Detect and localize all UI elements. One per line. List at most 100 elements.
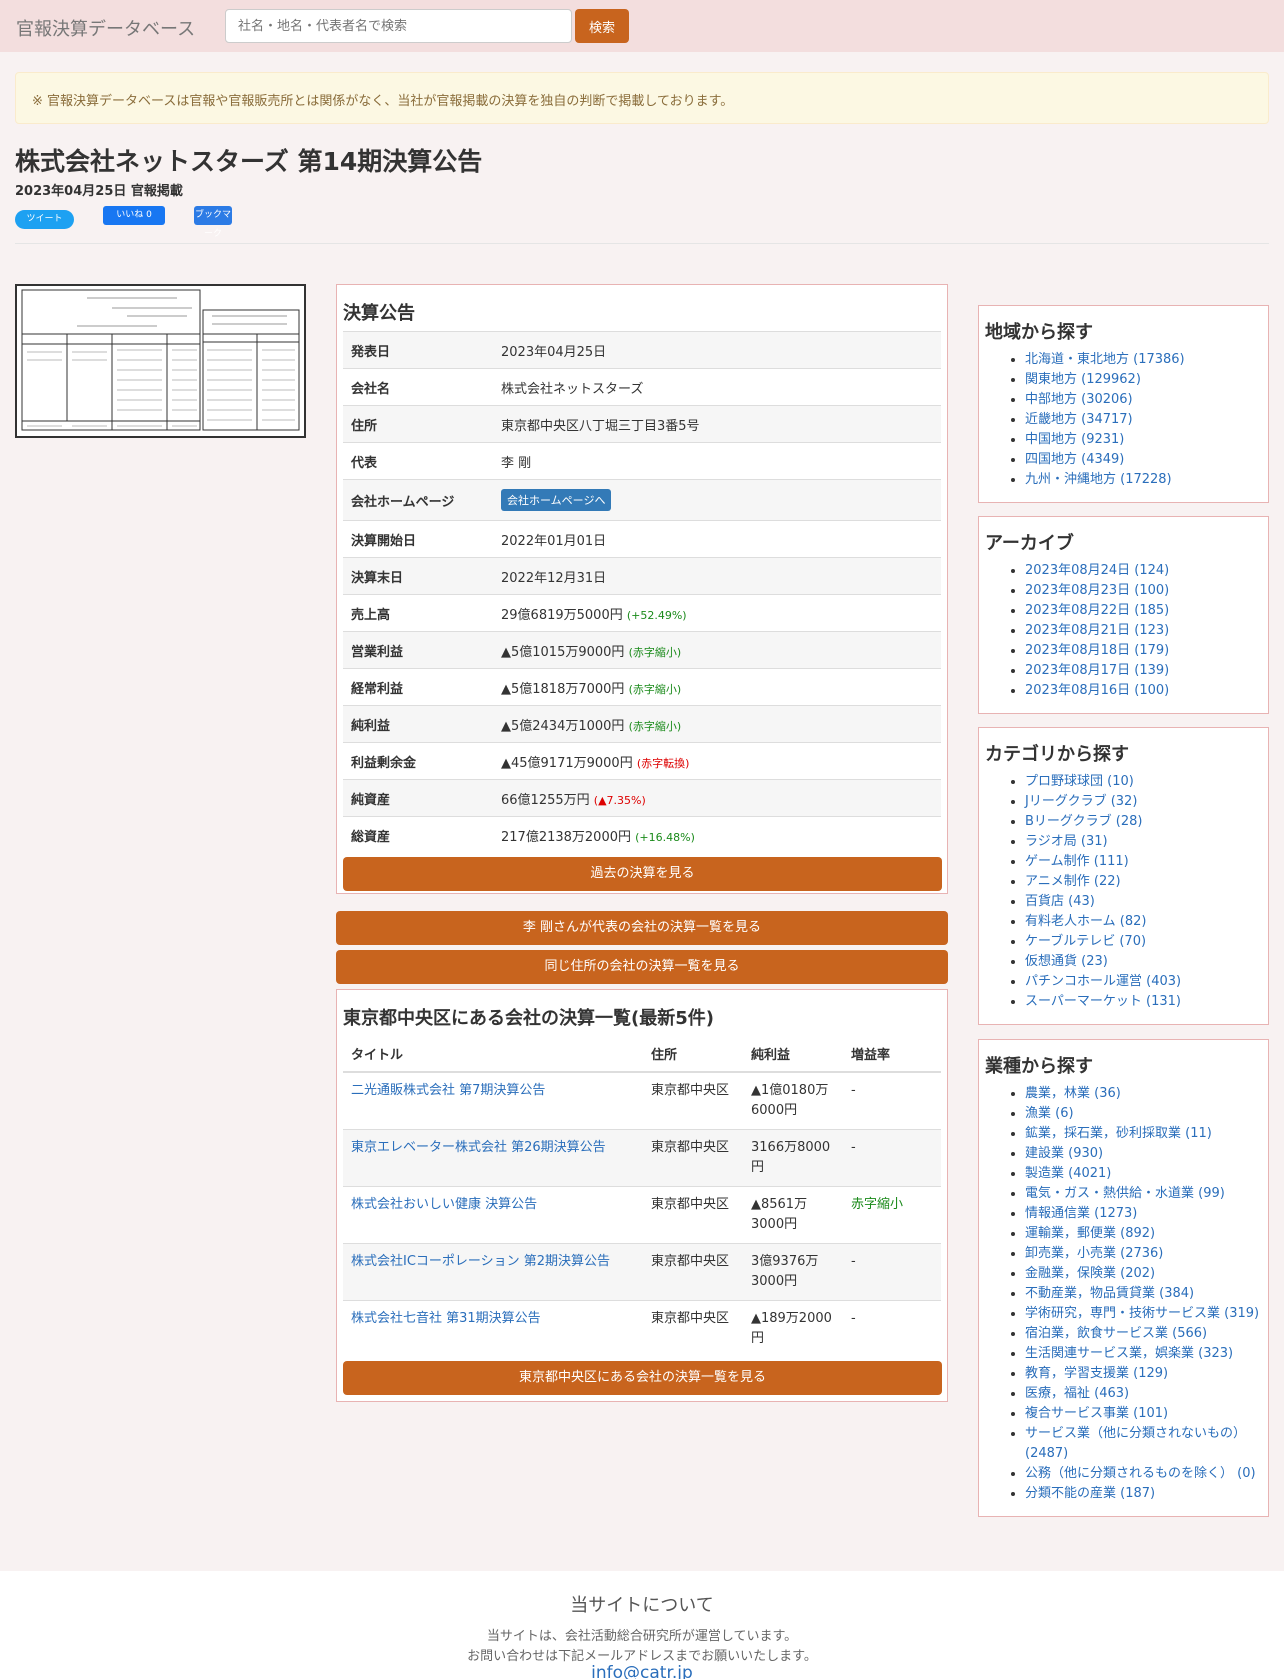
sidebar-link[interactable]: Bリーグクラブ (28) — [1025, 812, 1262, 832]
sidebar-link-text[interactable]: 不動産業，物品賃貸業 (384) — [1025, 1286, 1194, 1301]
sidebar-link[interactable]: 中部地方 (30206) — [1025, 390, 1262, 410]
sidebar-link-text[interactable]: 宿泊業，飲食サービス業 (566) — [1025, 1326, 1207, 1341]
sidebar-link[interactable]: 有料老人ホーム (82) — [1025, 912, 1262, 932]
sidebar-link[interactable]: 2023年08月16日 (100) — [1025, 681, 1262, 701]
sidebar-link-text[interactable]: 複合サービス事業 (101) — [1025, 1406, 1168, 1421]
like-button[interactable]: いいね 0 — [103, 206, 165, 225]
sidebar-link-text[interactable]: 漁業 (6) — [1025, 1106, 1074, 1121]
result-link[interactable]: 二光通販株式会社 第7期決算公告 — [351, 1083, 545, 1098]
representative-companies-button[interactable]: 李 剛さんが代表の会社の決算一覧を見る — [336, 911, 948, 945]
sidebar-link[interactable]: 生活関連サービス業，娯楽業 (323) — [1025, 1344, 1262, 1364]
sidebar-link-text[interactable]: 2023年08月18日 (179) — [1025, 643, 1169, 658]
sidebar-link[interactable]: 百貨店 (43) — [1025, 892, 1262, 912]
sidebar-link[interactable]: ゲーム制作 (111) — [1025, 852, 1262, 872]
sidebar-link[interactable]: 2023年08月24日 (124) — [1025, 561, 1262, 581]
sidebar-link[interactable]: 分類不能の産業 (187) — [1025, 1484, 1262, 1504]
contact-email-link[interactable]: info@catr.jp — [0, 1663, 1284, 1679]
sidebar-link-text[interactable]: 関東地方 (129962) — [1025, 372, 1141, 387]
sidebar-link[interactable]: 2023年08月22日 (185) — [1025, 601, 1262, 621]
same-address-button[interactable]: 同じ住所の会社の決算一覧を見る — [336, 950, 948, 984]
sidebar-link[interactable]: プロ野球球団 (10) — [1025, 772, 1262, 792]
sidebar-link-text[interactable]: Bリーグクラブ (28) — [1025, 814, 1142, 829]
sidebar-link[interactable]: 四国地方 (4349) — [1025, 450, 1262, 470]
sidebar-link-text[interactable]: サービス業（他に分類されないもの） (2487) — [1025, 1426, 1246, 1461]
sidebar-link[interactable]: 学術研究，専門・技術サービス業 (319) — [1025, 1304, 1262, 1324]
sidebar-link-text[interactable]: 金融業，保険業 (202) — [1025, 1266, 1155, 1281]
sidebar-link[interactable]: 不動産業，物品賃貸業 (384) — [1025, 1284, 1262, 1304]
sidebar-link[interactable]: アニメ制作 (22) — [1025, 872, 1262, 892]
sidebar-link-text[interactable]: アニメ制作 (22) — [1025, 874, 1121, 889]
sidebar-link[interactable]: スーパーマーケット (131) — [1025, 992, 1262, 1012]
sidebar-link[interactable]: サービス業（他に分類されないもの） (2487) — [1025, 1424, 1262, 1464]
sidebar-link-text[interactable]: 2023年08月21日 (123) — [1025, 623, 1169, 638]
sidebar-link[interactable]: 鉱業，採石業，砂利採取業 (11) — [1025, 1124, 1262, 1144]
sidebar-link[interactable]: 卸売業，小売業 (2736) — [1025, 1244, 1262, 1264]
sidebar-link-text[interactable]: 北海道・東北地方 (17386) — [1025, 352, 1185, 367]
sidebar-link-text[interactable]: 四国地方 (4349) — [1025, 452, 1124, 467]
sidebar-link[interactable]: パチンコホール運営 (403) — [1025, 972, 1262, 992]
sidebar-link-text[interactable]: 電気・ガス・熱供給・水道業 (99) — [1025, 1186, 1225, 1201]
gazette-notice-image[interactable] — [15, 284, 306, 438]
sidebar-link[interactable]: 北海道・東北地方 (17386) — [1025, 350, 1262, 370]
sidebar-link-text[interactable]: 鉱業，採石業，砂利採取業 (11) — [1025, 1126, 1212, 1141]
sidebar-link-text[interactable]: 教育，学習支援業 (129) — [1025, 1366, 1168, 1381]
sidebar-link-text[interactable]: 情報通信業 (1273) — [1025, 1206, 1137, 1221]
sidebar-link[interactable]: 近畿地方 (34717) — [1025, 410, 1262, 430]
sidebar-link[interactable]: ケーブルテレビ (70) — [1025, 932, 1262, 952]
sidebar-link[interactable]: 九州・沖縄地方 (17228) — [1025, 470, 1262, 490]
sidebar-link-text[interactable]: 九州・沖縄地方 (17228) — [1025, 472, 1172, 487]
bookmark-button[interactable]: ブックマーク — [194, 206, 232, 239]
sidebar-link-text[interactable]: 製造業 (4021) — [1025, 1166, 1111, 1181]
sidebar-link-text[interactable]: ケーブルテレビ (70) — [1025, 934, 1146, 949]
sidebar-link[interactable]: 宿泊業，飲食サービス業 (566) — [1025, 1324, 1262, 1344]
sidebar-link-text[interactable]: 百貨店 (43) — [1025, 894, 1095, 909]
sidebar-link[interactable]: 複合サービス事業 (101) — [1025, 1404, 1262, 1424]
sidebar-link-text[interactable]: ゲーム制作 (111) — [1025, 854, 1129, 869]
sidebar-link[interactable]: 情報通信業 (1273) — [1025, 1204, 1262, 1224]
sidebar-link[interactable]: 建設業 (930) — [1025, 1144, 1262, 1164]
sidebar-link-text[interactable]: ラジオ局 (31) — [1025, 834, 1108, 849]
result-link[interactable]: 株式会社七音社 第31期決算公告 — [351, 1311, 541, 1326]
sidebar-link[interactable]: 金融業，保険業 (202) — [1025, 1264, 1262, 1284]
site-brand[interactable]: 官報決算データベース — [16, 15, 195, 41]
sidebar-link-text[interactable]: 建設業 (930) — [1025, 1146, 1103, 1161]
sidebar-link[interactable]: 電気・ガス・熱供給・水道業 (99) — [1025, 1184, 1262, 1204]
sidebar-link[interactable]: ラジオ局 (31) — [1025, 832, 1262, 852]
result-link[interactable]: 株式会社おいしい健康 決算公告 — [351, 1197, 537, 1212]
sidebar-link-text[interactable]: 有料老人ホーム (82) — [1025, 914, 1146, 929]
sidebar-link-text[interactable]: 近畿地方 (34717) — [1025, 412, 1133, 427]
sidebar-link[interactable]: 2023年08月23日 (100) — [1025, 581, 1262, 601]
sidebar-link[interactable]: 中国地方 (9231) — [1025, 430, 1262, 450]
result-link[interactable]: 株式会社ICコーポレーション 第2期決算公告 — [351, 1254, 610, 1269]
sidebar-link-text[interactable]: 卸売業，小売業 (2736) — [1025, 1246, 1163, 1261]
sidebar-link[interactable]: 漁業 (6) — [1025, 1104, 1262, 1124]
sidebar-link-text[interactable]: 2023年08月17日 (139) — [1025, 663, 1169, 678]
sidebar-link-text[interactable]: 農業，林業 (36) — [1025, 1086, 1121, 1101]
sidebar-link[interactable]: 公務（他に分類されるものを除く） (0) — [1025, 1464, 1262, 1484]
sidebar-link-text[interactable]: 2023年08月24日 (124) — [1025, 563, 1169, 578]
sidebar-link[interactable]: 2023年08月17日 (139) — [1025, 661, 1262, 681]
sidebar-link-text[interactable]: 公務（他に分類されるものを除く） (0) — [1025, 1466, 1256, 1481]
sidebar-link-text[interactable]: 運輸業，郵便業 (892) — [1025, 1226, 1155, 1241]
sidebar-link[interactable]: 教育，学習支援業 (129) — [1025, 1364, 1262, 1384]
sidebar-link-text[interactable]: スーパーマーケット (131) — [1025, 994, 1181, 1009]
sidebar-link-text[interactable]: 仮想通貨 (23) — [1025, 954, 1108, 969]
sidebar-link[interactable]: 農業，林業 (36) — [1025, 1084, 1262, 1104]
sidebar-link-text[interactable]: 2023年08月23日 (100) — [1025, 583, 1169, 598]
sidebar-link-text[interactable]: パチンコホール運営 (403) — [1025, 974, 1181, 989]
sidebar-link-text[interactable]: プロ野球球団 (10) — [1025, 774, 1134, 789]
sidebar-link[interactable]: 製造業 (4021) — [1025, 1164, 1262, 1184]
sidebar-link[interactable]: 関東地方 (129962) — [1025, 370, 1262, 390]
sidebar-link-text[interactable]: 生活関連サービス業，娯楽業 (323) — [1025, 1346, 1233, 1361]
sidebar-link-text[interactable]: 中国地方 (9231) — [1025, 432, 1124, 447]
sidebar-link[interactable]: 運輸業，郵便業 (892) — [1025, 1224, 1262, 1244]
sidebar-link-text[interactable]: Jリーグクラブ (32) — [1025, 794, 1137, 809]
sidebar-link-text[interactable]: 分類不能の産業 (187) — [1025, 1486, 1155, 1501]
sidebar-link[interactable]: 医療，福祉 (463) — [1025, 1384, 1262, 1404]
past-results-button[interactable]: 過去の決算を見る — [343, 857, 942, 891]
area-results-button[interactable]: 東京都中央区にある会社の決算一覧を見る — [343, 1361, 942, 1395]
sidebar-link[interactable]: 2023年08月18日 (179) — [1025, 641, 1262, 661]
sidebar-link[interactable]: 仮想通貨 (23) — [1025, 952, 1262, 972]
search-input[interactable] — [225, 9, 572, 43]
sidebar-link-text[interactable]: 学術研究，専門・技術サービス業 (319) — [1025, 1306, 1259, 1321]
